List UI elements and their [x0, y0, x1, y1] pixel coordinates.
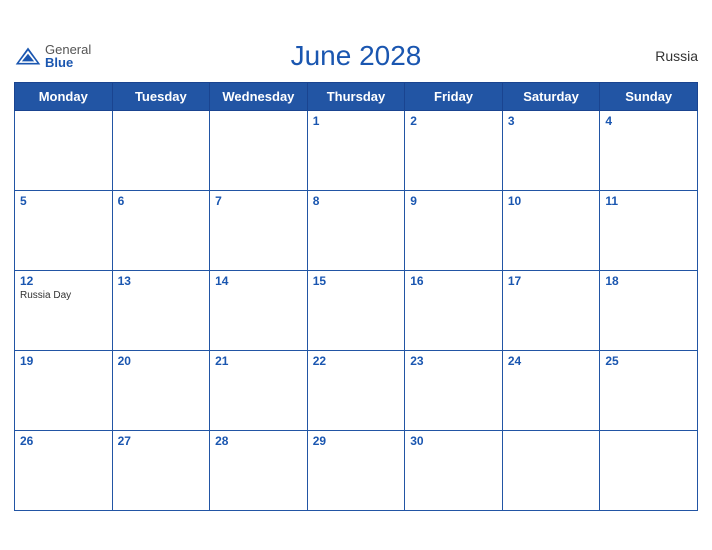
date-number: 23 [410, 354, 497, 368]
cal-cell: 5 [15, 190, 113, 270]
date-number: 27 [118, 434, 205, 448]
cal-cell: 17 [502, 270, 600, 350]
calendar-header: General Blue June 2028 Russia [14, 36, 698, 76]
date-number: 21 [215, 354, 302, 368]
date-number: 25 [605, 354, 692, 368]
month-title: June 2028 [291, 40, 422, 72]
week-row-4: 19 20 21 22 23 24 25 [15, 350, 698, 430]
date-number: 28 [215, 434, 302, 448]
cal-cell: 11 [600, 190, 698, 270]
cal-cell: 1 [307, 110, 405, 190]
date-number: 14 [215, 274, 302, 288]
header-friday: Friday [405, 82, 503, 110]
week-row-3: 12 Russia Day 13 14 15 16 17 18 [15, 270, 698, 350]
date-number: 3 [508, 114, 595, 128]
logo-general-text: General [45, 43, 91, 56]
date-number: 20 [118, 354, 205, 368]
cal-cell: 16 [405, 270, 503, 350]
week-row-5: 26 27 28 29 30 [15, 430, 698, 510]
cal-cell [502, 430, 600, 510]
logo-blue-text: Blue [45, 56, 91, 69]
logo-area: General Blue [14, 43, 91, 69]
header-thursday: Thursday [307, 82, 405, 110]
cal-cell: 24 [502, 350, 600, 430]
header-monday: Monday [15, 82, 113, 110]
cal-cell: 25 [600, 350, 698, 430]
cal-cell: 6 [112, 190, 210, 270]
cal-cell [600, 430, 698, 510]
date-number: 8 [313, 194, 400, 208]
date-number: 9 [410, 194, 497, 208]
cal-cell: 14 [210, 270, 308, 350]
date-number: 17 [508, 274, 595, 288]
week-row-1: 1234 [15, 110, 698, 190]
date-number: 15 [313, 274, 400, 288]
cal-cell: 19 [15, 350, 113, 430]
cal-cell: 22 [307, 350, 405, 430]
date-number: 18 [605, 274, 692, 288]
days-header-row: Monday Tuesday Wednesday Thursday Friday… [15, 82, 698, 110]
holiday-label: Russia Day [20, 290, 107, 301]
week-row-2: 56789 10 11 [15, 190, 698, 270]
country-label: Russia [655, 48, 698, 64]
cal-cell: 10 [502, 190, 600, 270]
cal-cell: 30 [405, 430, 503, 510]
cal-cell: 4 [600, 110, 698, 190]
header-wednesday: Wednesday [210, 82, 308, 110]
cal-cell: 8 [307, 190, 405, 270]
cal-cell: 20 [112, 350, 210, 430]
cal-cell: 26 [15, 430, 113, 510]
date-number: 2 [410, 114, 497, 128]
cal-cell: 3 [502, 110, 600, 190]
header-saturday: Saturday [502, 82, 600, 110]
cal-cell [15, 110, 113, 190]
date-number: 30 [410, 434, 497, 448]
cal-cell: 7 [210, 190, 308, 270]
cal-cell: 21 [210, 350, 308, 430]
date-number: 5 [20, 194, 107, 208]
date-number: 29 [313, 434, 400, 448]
cal-cell [112, 110, 210, 190]
date-number: 24 [508, 354, 595, 368]
date-number: 7 [215, 194, 302, 208]
cal-cell: 27 [112, 430, 210, 510]
cal-cell [210, 110, 308, 190]
cal-cell: 13 [112, 270, 210, 350]
date-number: 10 [508, 194, 595, 208]
date-number: 26 [20, 434, 107, 448]
date-number: 13 [118, 274, 205, 288]
calendar-container: General Blue June 2028 Russia Monday Tue… [0, 26, 712, 525]
calendar-table: Monday Tuesday Wednesday Thursday Friday… [14, 82, 698, 511]
date-number: 19 [20, 354, 107, 368]
header-tuesday: Tuesday [112, 82, 210, 110]
cal-cell: 9 [405, 190, 503, 270]
date-number: 11 [605, 194, 692, 208]
cal-cell: 2 [405, 110, 503, 190]
date-number: 6 [118, 194, 205, 208]
date-number: 1 [313, 114, 400, 128]
header-sunday: Sunday [600, 82, 698, 110]
date-number: 12 [20, 274, 107, 288]
generalblue-logo-icon [14, 46, 42, 66]
cal-cell: 23 [405, 350, 503, 430]
date-number: 16 [410, 274, 497, 288]
date-number: 22 [313, 354, 400, 368]
cal-cell: 12 Russia Day [15, 270, 113, 350]
date-number: 4 [605, 114, 692, 128]
cal-cell: 29 [307, 430, 405, 510]
cal-cell: 18 [600, 270, 698, 350]
cal-cell: 28 [210, 430, 308, 510]
cal-cell: 15 [307, 270, 405, 350]
